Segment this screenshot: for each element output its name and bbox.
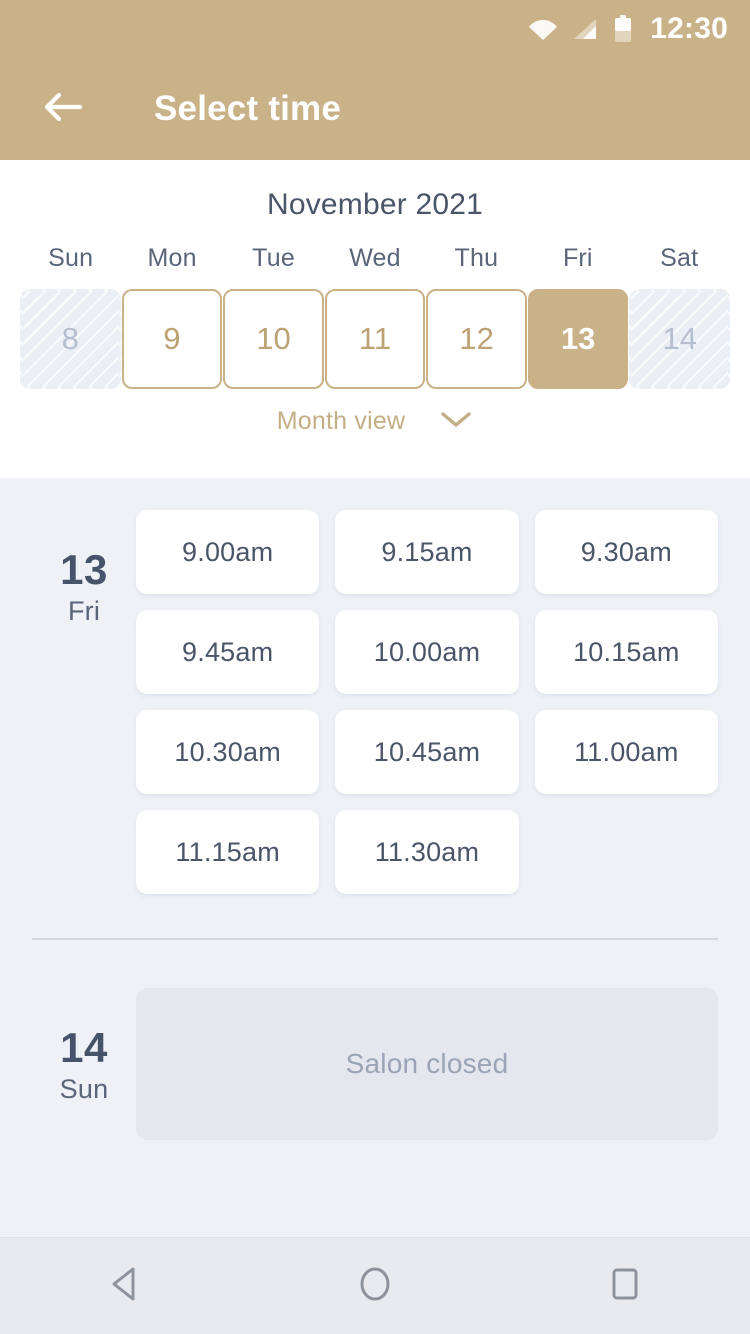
battery-icon <box>614 15 632 43</box>
back-button[interactable] <box>34 80 92 138</box>
time-slot[interactable]: 11.30am <box>335 810 519 894</box>
nav-home-circle-icon <box>356 1265 394 1308</box>
nav-recents-button[interactable] <box>570 1238 680 1334</box>
time-slot-scroll-area[interactable]: 13 Fri 9.00am 9.15am 9.30am 9.45am 10.00… <box>0 478 750 1237</box>
day-cell-14: 14 <box>629 289 731 389</box>
time-slot[interactable]: 9.45am <box>136 610 320 694</box>
time-slot[interactable]: 9.15am <box>335 510 519 594</box>
time-slot[interactable]: 10.00am <box>335 610 519 694</box>
day-group-13: 13 Fri 9.00am 9.15am 9.30am 9.45am 10.00… <box>0 478 750 894</box>
status-bar: 12:30 <box>0 0 750 58</box>
android-nav-bar <box>0 1237 750 1334</box>
weekday-label: Sat <box>660 244 699 272</box>
day-group-weekday: Sun <box>59 1074 109 1105</box>
day-cell-8: 8 <box>20 289 121 389</box>
chevron-down-icon <box>439 409 473 434</box>
weekday-label: Wed <box>349 244 401 272</box>
day-cell-9[interactable]: 9 <box>121 289 223 389</box>
weekday-label: Tue <box>252 244 295 272</box>
time-slot-grid: 9.00am 9.15am 9.30am 9.45am 10.00am 10.1… <box>136 510 718 894</box>
calendar-month-title: November 2021 <box>266 188 484 221</box>
time-slot[interactable]: 11.15am <box>136 810 320 894</box>
nav-recents-square-icon <box>607 1265 643 1308</box>
nav-home-button[interactable] <box>320 1238 430 1334</box>
weekday-label: Fri <box>562 244 593 272</box>
phone-screen: 12:30 Select time November 2021 Sun Mon … <box>0 0 750 1334</box>
weekday-label: Mon <box>147 244 197 272</box>
time-slot[interactable]: 11.00am <box>534 710 718 794</box>
time-slot[interactable]: 9.30am <box>534 510 718 594</box>
nav-back-button[interactable] <box>70 1238 180 1334</box>
day-group-number: 13 <box>60 546 108 593</box>
day-cell-12[interactable]: 12 <box>426 289 527 389</box>
page-title: Select time <box>154 89 342 128</box>
month-view-toggle[interactable]: Month view <box>0 407 750 436</box>
calendar-panel: November 2021 Sun Mon Tue Wed Thu Fri Sa… <box>0 160 750 478</box>
day-cell-10[interactable]: 10 <box>223 289 324 389</box>
time-slot[interactable]: 10.30am <box>136 710 320 794</box>
weekday-label: Sun <box>48 244 94 272</box>
day-cell-13[interactable]: 13 <box>527 289 629 389</box>
calendar-days-row: 8 9 10 11 12 13 14 <box>0 289 750 389</box>
time-slot[interactable]: 10.45am <box>335 710 519 794</box>
status-time: 12:30 <box>650 12 728 45</box>
wifi-icon <box>528 17 558 41</box>
day-group-label: 14 Sun <box>32 988 136 1140</box>
nav-back-triangle-icon <box>107 1265 143 1308</box>
app-bar: Select time <box>0 58 750 160</box>
weekday-label: Thu <box>454 244 499 272</box>
month-view-label: Month view <box>276 407 406 435</box>
time-slot[interactable]: 10.15am <box>534 610 718 694</box>
day-group-weekday: Fri <box>67 596 101 627</box>
cellular-signal-icon <box>572 17 600 41</box>
day-group-14: 14 Sun Salon closed <box>0 940 750 1140</box>
calendar-weekday-row: Sun Mon Tue Wed Thu Fri Sat <box>0 244 750 273</box>
day-cell-11[interactable]: 11 <box>324 289 426 389</box>
day-group-label: 13 Fri <box>32 510 136 894</box>
back-arrow-icon <box>42 90 84 129</box>
time-slot[interactable]: 9.00am <box>136 510 320 594</box>
day-group-number: 14 <box>60 1024 108 1071</box>
salon-closed-banner: Salon closed <box>136 988 718 1140</box>
